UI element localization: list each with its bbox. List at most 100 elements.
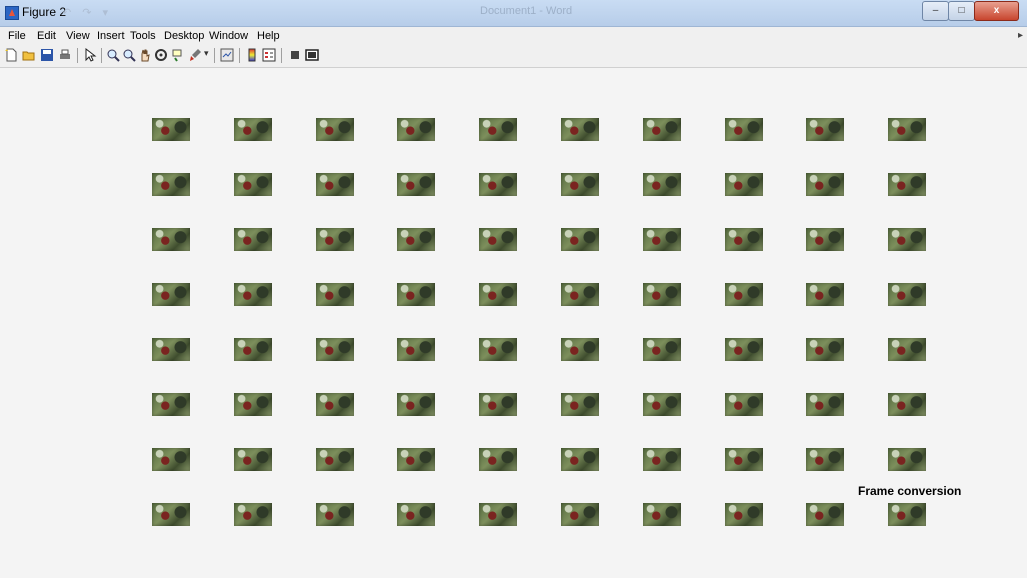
- frame-thumbnail[interactable]: [806, 118, 844, 141]
- frame-thumbnail[interactable]: [888, 338, 926, 361]
- frame-thumbnail[interactable]: [643, 393, 681, 416]
- hide-plot-tools-icon[interactable]: [288, 48, 302, 62]
- frame-thumbnail[interactable]: [561, 393, 599, 416]
- brush-icon[interactable]: [188, 48, 202, 62]
- frame-thumbnail[interactable]: [643, 503, 681, 526]
- frame-thumbnail[interactable]: [152, 173, 190, 196]
- frame-thumbnail[interactable]: [806, 173, 844, 196]
- frame-thumbnail[interactable]: [725, 448, 763, 471]
- menu-edit[interactable]: Edit: [37, 30, 56, 42]
- legend-icon[interactable]: [262, 48, 276, 62]
- colorbar-icon[interactable]: [245, 48, 259, 62]
- brush-dropdown-icon[interactable]: ▾: [204, 48, 209, 59]
- frame-thumbnail[interactable]: [888, 448, 926, 471]
- frame-thumbnail[interactable]: [643, 283, 681, 306]
- frame-thumbnail[interactable]: [152, 283, 190, 306]
- frame-thumbnail[interactable]: [561, 173, 599, 196]
- frame-thumbnail[interactable]: [643, 118, 681, 141]
- minimize-button[interactable]: –: [922, 1, 949, 21]
- frame-thumbnail[interactable]: [888, 118, 926, 141]
- close-button[interactable]: x: [974, 1, 1019, 21]
- frame-thumbnail[interactable]: [725, 338, 763, 361]
- frame-thumbnail[interactable]: [806, 283, 844, 306]
- frame-thumbnail[interactable]: [561, 228, 599, 251]
- frame-thumbnail[interactable]: [479, 503, 517, 526]
- frame-thumbnail[interactable]: [725, 503, 763, 526]
- frame-thumbnail[interactable]: [479, 283, 517, 306]
- zoom-in-icon[interactable]: [106, 48, 120, 62]
- frame-thumbnail[interactable]: [152, 338, 190, 361]
- frame-thumbnail[interactable]: [397, 228, 435, 251]
- menu-view[interactable]: View: [66, 30, 90, 42]
- show-plot-tools-icon[interactable]: [305, 48, 319, 62]
- menu-file[interactable]: File: [8, 30, 26, 42]
- frame-thumbnail[interactable]: [725, 228, 763, 251]
- maximize-button[interactable]: □: [948, 1, 975, 21]
- frame-thumbnail[interactable]: [152, 228, 190, 251]
- frame-thumbnail[interactable]: [316, 173, 354, 196]
- frame-thumbnail[interactable]: [561, 448, 599, 471]
- frame-thumbnail[interactable]: [397, 448, 435, 471]
- frame-thumbnail[interactable]: [725, 283, 763, 306]
- menu-tools[interactable]: Tools: [130, 30, 156, 42]
- frame-thumbnail[interactable]: [234, 338, 272, 361]
- menu-desktop[interactable]: Desktop: [164, 30, 204, 42]
- menu-help[interactable]: Help: [257, 30, 280, 42]
- frame-thumbnail[interactable]: [561, 118, 599, 141]
- menu-window[interactable]: Window: [209, 30, 248, 42]
- new-figure-icon[interactable]: [4, 48, 18, 62]
- frame-thumbnail[interactable]: [152, 448, 190, 471]
- pointer-icon[interactable]: [83, 48, 97, 62]
- frame-thumbnail[interactable]: [397, 173, 435, 196]
- save-icon[interactable]: [40, 48, 54, 62]
- frame-thumbnail[interactable]: [888, 393, 926, 416]
- frame-thumbnail[interactable]: [316, 283, 354, 306]
- pan-icon[interactable]: [138, 48, 152, 62]
- frame-thumbnail[interactable]: [806, 448, 844, 471]
- frame-thumbnail[interactable]: [479, 393, 517, 416]
- frame-thumbnail[interactable]: [806, 338, 844, 361]
- frame-thumbnail[interactable]: [316, 228, 354, 251]
- data-cursor-icon[interactable]: [171, 48, 185, 62]
- link-plot-icon[interactable]: [220, 48, 234, 62]
- frame-thumbnail[interactable]: [643, 228, 681, 251]
- rotate-3d-icon[interactable]: [154, 48, 168, 62]
- frame-thumbnail[interactable]: [725, 118, 763, 141]
- menu-overflow-arrow-icon[interactable]: ▸: [1018, 30, 1023, 41]
- frame-thumbnail[interactable]: [152, 118, 190, 141]
- frame-thumbnail[interactable]: [234, 448, 272, 471]
- frame-thumbnail[interactable]: [397, 118, 435, 141]
- frame-thumbnail[interactable]: [234, 283, 272, 306]
- frame-thumbnail[interactable]: [888, 283, 926, 306]
- frame-thumbnail[interactable]: [643, 338, 681, 361]
- frame-thumbnail[interactable]: [234, 118, 272, 141]
- frame-thumbnail[interactable]: [397, 503, 435, 526]
- frame-thumbnail[interactable]: [397, 338, 435, 361]
- frame-thumbnail[interactable]: [561, 503, 599, 526]
- frame-thumbnail[interactable]: [316, 393, 354, 416]
- frame-thumbnail[interactable]: [152, 503, 190, 526]
- frame-thumbnail[interactable]: [479, 448, 517, 471]
- frame-thumbnail[interactable]: [234, 173, 272, 196]
- frame-thumbnail[interactable]: [888, 228, 926, 251]
- frame-thumbnail[interactable]: [316, 118, 354, 141]
- print-icon[interactable]: [58, 48, 72, 62]
- frame-thumbnail[interactable]: [397, 393, 435, 416]
- frame-thumbnail[interactable]: [479, 118, 517, 141]
- frame-thumbnail[interactable]: [316, 503, 354, 526]
- frame-thumbnail[interactable]: [561, 283, 599, 306]
- frame-thumbnail[interactable]: [725, 173, 763, 196]
- open-file-icon[interactable]: [22, 48, 36, 62]
- frame-thumbnail[interactable]: [479, 228, 517, 251]
- frame-thumbnail[interactable]: [234, 393, 272, 416]
- frame-thumbnail[interactable]: [479, 173, 517, 196]
- frame-thumbnail[interactable]: [888, 503, 926, 526]
- frame-thumbnail[interactable]: [806, 228, 844, 251]
- frame-thumbnail[interactable]: [806, 393, 844, 416]
- frame-thumbnail[interactable]: [888, 173, 926, 196]
- frame-thumbnail[interactable]: [806, 503, 844, 526]
- frame-thumbnail[interactable]: [316, 338, 354, 361]
- frame-thumbnail[interactable]: [316, 448, 354, 471]
- frame-thumbnail[interactable]: [643, 173, 681, 196]
- frame-thumbnail[interactable]: [561, 338, 599, 361]
